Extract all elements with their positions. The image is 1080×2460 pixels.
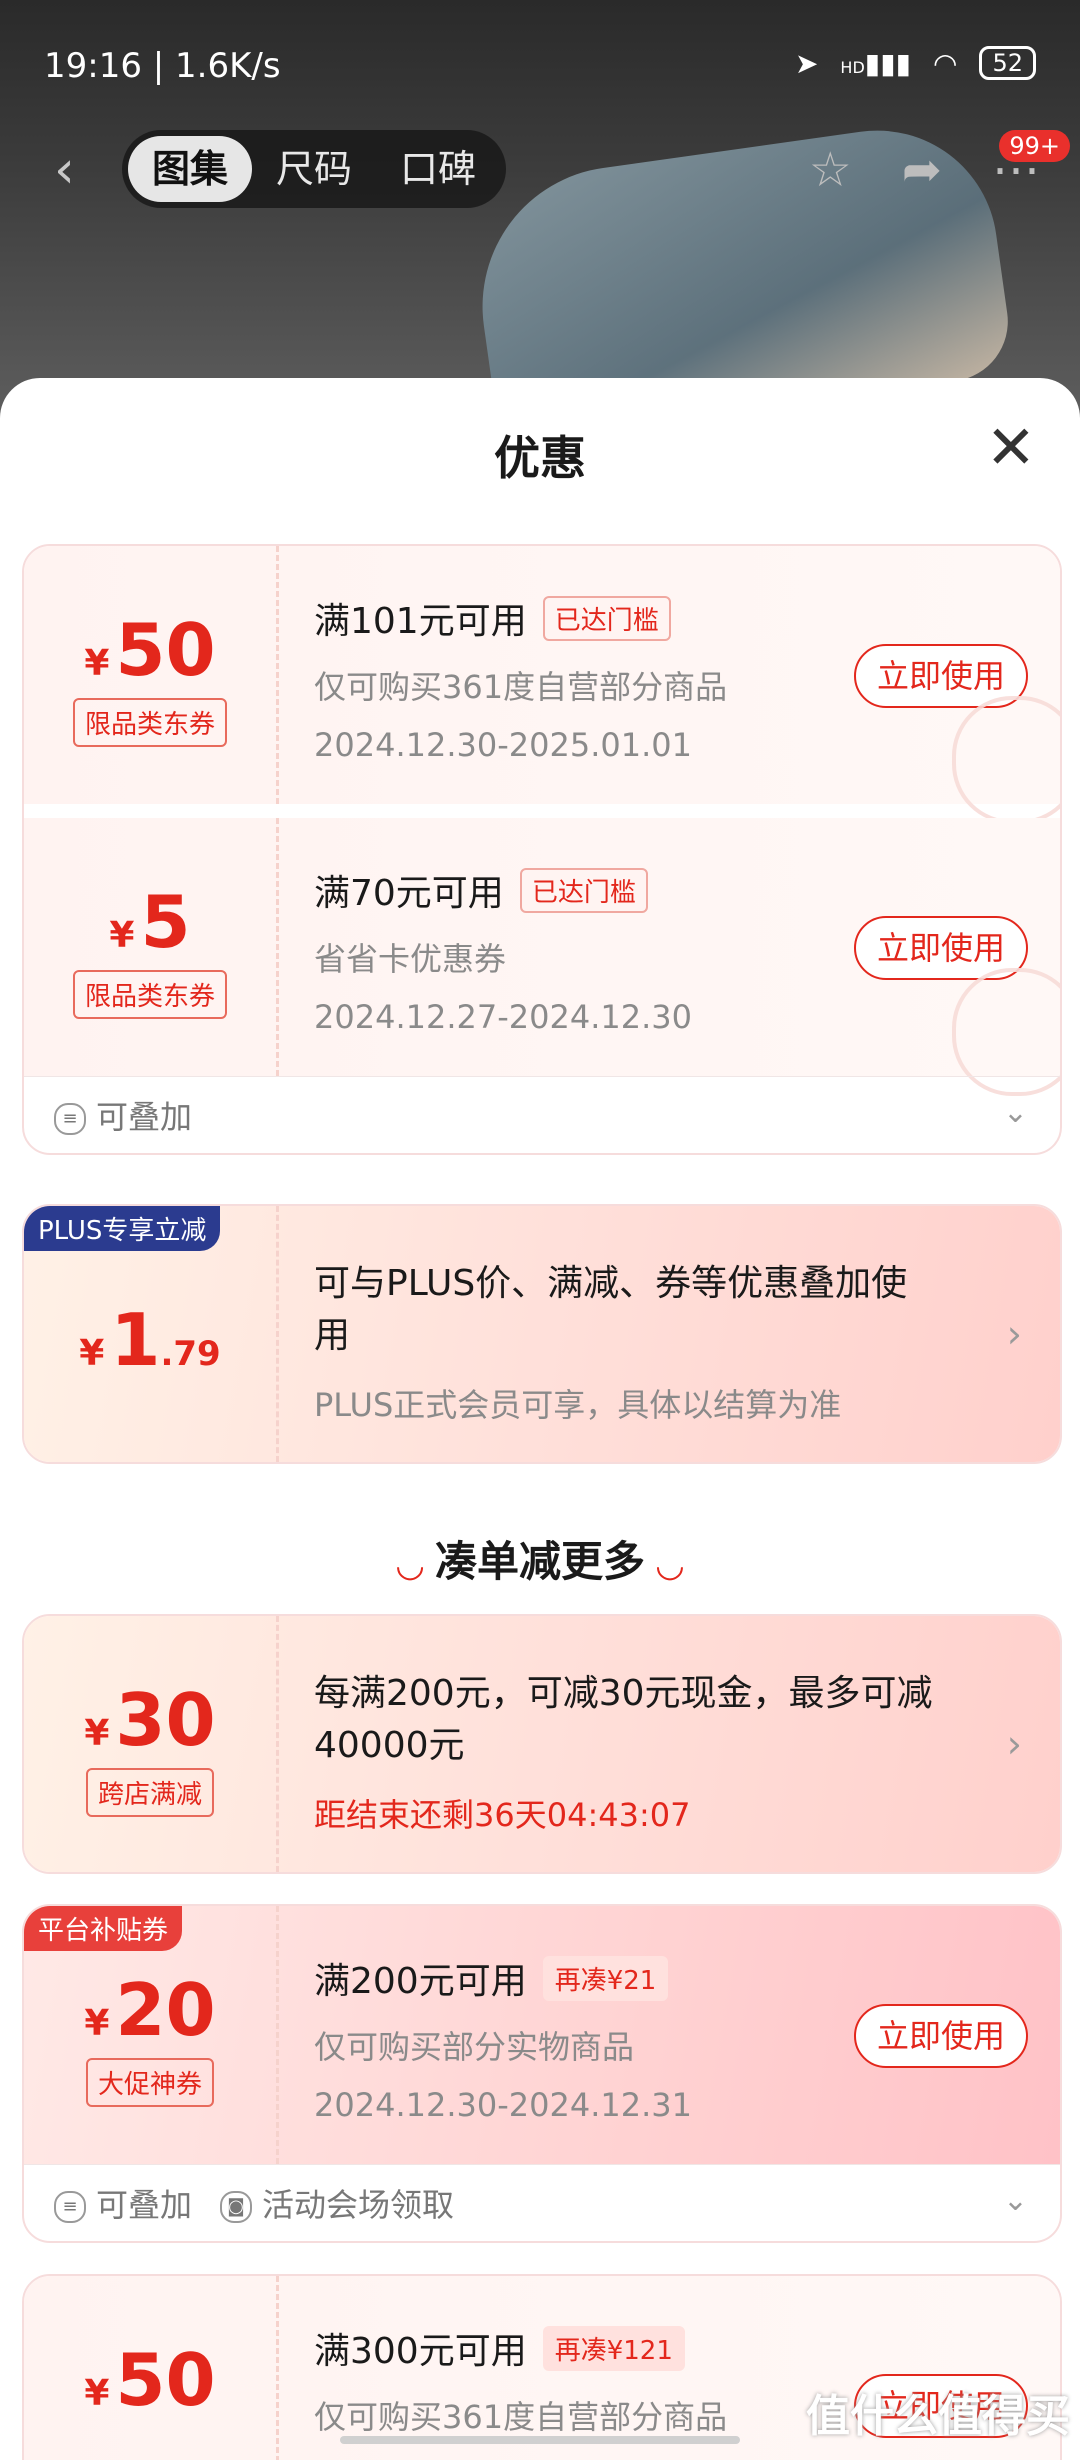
coupon-condition: 满70元可用	[314, 873, 504, 914]
coupon-condition: 满200元可用	[314, 1961, 527, 2002]
chevron-right-icon[interactable]: ›	[1007, 1312, 1022, 1356]
coupon-condition: 满101元可用	[314, 601, 527, 642]
location-icon: ➤	[794, 46, 819, 80]
use-now-button[interactable]: 立即使用	[854, 2004, 1028, 2068]
plus-description: 可与PLUS价、满减、券等优惠叠加使用	[314, 1263, 908, 1356]
add-more-badge: 再凑¥21	[542, 1955, 669, 2001]
message-badge: 99+	[999, 130, 1070, 162]
tab-size[interactable]: 尺码	[252, 136, 376, 202]
discount-description: 每满200元，可减30元现金，最多可减40000元	[314, 1673, 933, 1766]
chevron-down-icon[interactable]: ⌄	[1003, 1095, 1028, 1130]
coupon-amount: ¥20	[84, 1968, 216, 2052]
plus-discount-card[interactable]: PLUS专享立减 ¥1.79 可与PLUS价、满减、券等优惠叠加使用 PLUS正…	[22, 1204, 1062, 1464]
section-title: ◡ 凑单减更多 ◡	[397, 1537, 683, 1586]
plus-note: PLUS正式会员可享，具体以结算为准	[314, 1386, 842, 1424]
share-icon[interactable]: ➦	[902, 142, 942, 198]
coupon-dates: 2024.12.27-2024.12.30	[314, 998, 692, 1036]
battery-icon: 52	[979, 46, 1036, 80]
cross-store-discount-card[interactable]: ¥30 跨店满减 每满200元，可减30元现金，最多可减40000元 距结束还剩…	[22, 1614, 1062, 1874]
coupon-card[interactable]: ¥50 限品类东券 满101元可用 已达门槛 仅可购买361度自营部分商品 202…	[24, 546, 1060, 824]
coupon-amount: ¥5	[109, 880, 191, 964]
add-more-badge: 再凑¥121	[542, 2325, 685, 2371]
status-bar: 19:16 | 1.6K/s ➤ HD▮▮▮ ◠ 52	[44, 46, 1036, 90]
tab-gallery[interactable]: 图集	[128, 136, 253, 202]
stack-icon: ≡	[54, 2191, 86, 2223]
discount-sheet: 优惠 ✕ ¥50 限品类东券 满101元可用 已达门槛 仅可购买361度自营部分商…	[0, 378, 1080, 2460]
coupon-amount: ¥50	[84, 2338, 216, 2422]
stackable-label: 可叠加	[96, 1098, 193, 1136]
coupon-type-tag: 限品类东券	[72, 970, 228, 1019]
wifi-icon: ◠	[933, 46, 958, 80]
close-icon[interactable]: ✕	[986, 418, 1036, 478]
threshold-badge: 已达门槛	[542, 595, 671, 641]
ticket-icon: ◙	[220, 2191, 253, 2223]
tab-reviews[interactable]: 口碑	[376, 136, 500, 202]
threshold-badge: 已达门槛	[519, 867, 648, 913]
chevron-down-icon[interactable]: ⌄	[1003, 2183, 1028, 2218]
chevron-right-icon[interactable]: ›	[1007, 1722, 1022, 1766]
platform-coupon-group: 平台补贴券 ¥20 大促神券 满200元可用 再凑¥21 仅可购买部分实物商品 2…	[22, 1904, 1062, 2243]
coupon-card[interactable]: ¥5 限品类东券 满70元可用 已达门槛 省省卡优惠券 2024.12.27-20…	[24, 818, 1060, 1096]
coupon-dates: 2024.12.30-2025.01.01	[314, 726, 692, 764]
coupon-dates: 2024.12.30-2024.12.31	[314, 2086, 692, 2124]
coupon-card[interactable]: 平台补贴券 ¥20 大促神券 满200元可用 再凑¥21 仅可购买部分实物商品 2…	[24, 1906, 1060, 2164]
claim-source-label: 活动会场领取	[262, 2186, 455, 2224]
home-indicator[interactable]	[340, 2436, 740, 2444]
favorite-star-icon[interactable]: ☆	[809, 142, 852, 198]
coupon-type-tag: 大促神券	[85, 2058, 215, 2107]
site-watermark: 值什么值得买	[806, 2391, 1070, 2442]
stackable-footer[interactable]: ≡ 可叠加 ⌄	[24, 1076, 1060, 1153]
discount-type-tag: 跨店满减	[85, 1768, 215, 1817]
plus-amount: ¥1.79	[79, 1298, 221, 1382]
countdown-text: 距结束还剩36天04:43:07	[314, 1796, 691, 1834]
top-navigation: ‹ 图集 尺码 口碑 ☆ ➦ ⋯ 99+	[0, 130, 1080, 210]
status-time: 19:16 | 1.6K/s	[44, 46, 281, 86]
discount-amount: ¥30	[84, 1678, 216, 1762]
coupon-type-tag: 限品类东券	[72, 698, 228, 747]
sheet-title: 优惠	[494, 431, 586, 485]
platform-footer[interactable]: ≡ 可叠加 ◙ 活动会场领取 ⌄	[24, 2164, 1060, 2241]
coupon-group: ¥50 限品类东券 满101元可用 已达门槛 仅可购买361度自营部分商品 202…	[22, 544, 1062, 1155]
stack-icon: ≡	[54, 1103, 86, 1135]
signal-icon: HD▮▮▮	[840, 46, 912, 80]
coupon-condition: 满300元可用	[314, 2331, 527, 2372]
claimed-stamp-icon	[952, 696, 1060, 824]
view-switcher: 图集 尺码 口碑	[122, 130, 507, 208]
coupon-amount: ¥50	[84, 608, 216, 692]
back-icon[interactable]: ‹	[54, 140, 75, 200]
stackable-label: 可叠加	[96, 2186, 193, 2224]
